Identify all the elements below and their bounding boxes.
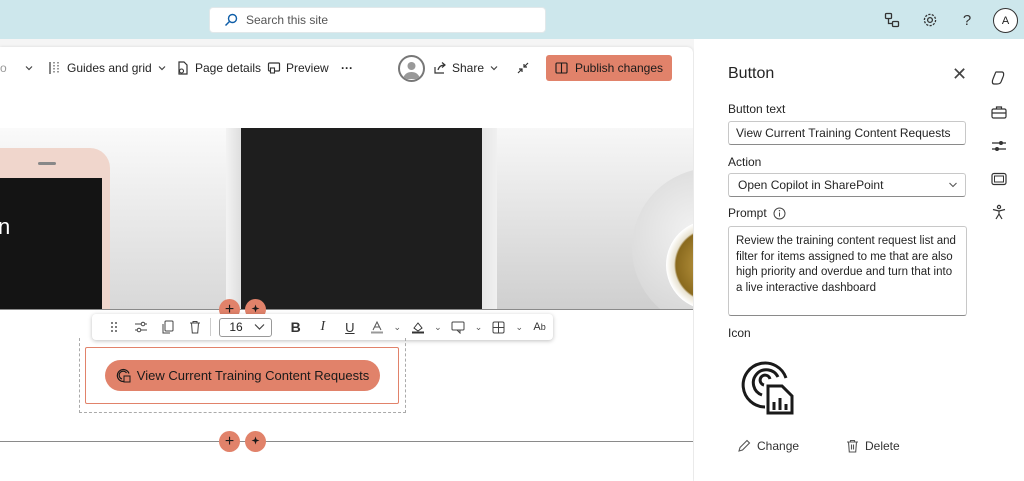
page-details-label: Page details xyxy=(195,61,262,75)
action-select[interactable]: Open Copilot in SharePoint xyxy=(728,173,966,197)
chevron-down-icon xyxy=(158,66,166,71)
trash-icon[interactable] xyxy=(181,314,208,340)
info-icon[interactable] xyxy=(773,207,786,220)
italic-button[interactable]: I xyxy=(309,314,336,340)
duplicate-icon[interactable] xyxy=(154,314,181,340)
guides-label: Guides and grid xyxy=(67,61,152,75)
change-label: Change xyxy=(757,439,800,453)
copilot-dashboard-icon xyxy=(116,368,131,383)
button-text-value: View Current Training Content Requests xyxy=(736,126,951,140)
preview-label: Preview xyxy=(286,61,329,75)
avatar[interactable]: A xyxy=(993,8,1018,33)
close-icon[interactable]: ✕ xyxy=(952,64,967,85)
format-toolbar: 16 B I U ⌄ ⌄ ⌄ ⌄ Ab xyxy=(92,314,553,340)
chevron-down-icon xyxy=(490,66,498,71)
delete-icon-button[interactable]: Delete xyxy=(846,439,900,453)
publish-label: Publish changes xyxy=(574,61,664,75)
copilot-icon[interactable] xyxy=(990,69,1008,87)
view-training-requests-button[interactable]: View Current Training Content Requests xyxy=(105,360,380,391)
chevron-down-icon xyxy=(25,66,33,71)
copilot-add-button[interactable] xyxy=(245,431,266,452)
plus-icon: + xyxy=(224,432,235,450)
trash-icon xyxy=(847,439,858,453)
layout-icon[interactable] xyxy=(990,170,1008,188)
co-author-avatar xyxy=(398,55,425,82)
more-options-button[interactable]: ··· xyxy=(341,57,353,79)
add-section-button[interactable]: + xyxy=(219,431,240,452)
font-size-value: 16 xyxy=(229,320,243,334)
search-placeholder: Search this site xyxy=(246,13,329,27)
cta-button-label: View Current Training Content Requests xyxy=(136,368,370,383)
grid-icon xyxy=(49,62,59,74)
settings-sliders-icon[interactable] xyxy=(127,314,154,340)
toolbar-divider xyxy=(210,318,212,336)
sitemap-icon[interactable] xyxy=(882,10,902,30)
section-divider xyxy=(0,309,693,310)
share-icon xyxy=(434,62,446,74)
delete-label: Delete xyxy=(865,439,900,453)
hero-text: n xyxy=(0,214,11,239)
chevron-down-icon xyxy=(254,324,265,330)
section-divider-bottom xyxy=(0,441,693,442)
gear-icon[interactable] xyxy=(920,10,940,30)
change-icon-button[interactable]: Change xyxy=(737,439,799,453)
guides-and-grid-button[interactable]: Guides and grid xyxy=(48,57,167,79)
hero-section[interactable]: n xyxy=(0,128,693,309)
button-text-input[interactable]: View Current Training Content Requests xyxy=(728,121,966,145)
chevron-down-icon[interactable]: ⌄ xyxy=(472,314,486,340)
preview-button[interactable]: Preview xyxy=(267,57,329,79)
panel-title: Button xyxy=(728,65,775,82)
chevron-down-icon xyxy=(949,182,957,188)
underline-button[interactable]: U xyxy=(336,314,363,340)
prompt-label-row: Prompt xyxy=(728,206,786,220)
toolbar-partial-text: o xyxy=(0,61,7,75)
chevron-down-icon[interactable]: ⌄ xyxy=(512,314,526,340)
properties-sliders-icon[interactable] xyxy=(990,137,1008,155)
highlight-icon[interactable] xyxy=(404,314,431,340)
action-value: Open Copilot in SharePoint xyxy=(738,178,884,192)
callout-icon[interactable] xyxy=(445,314,472,340)
tablet-image xyxy=(241,128,482,309)
share-label: Share xyxy=(452,61,485,75)
prompt-label: Prompt xyxy=(728,206,767,220)
publish-changes-button[interactable]: Publish changes xyxy=(546,55,672,81)
icon-label: Icon xyxy=(728,326,751,340)
font-color-icon[interactable] xyxy=(363,314,390,340)
pencil-icon xyxy=(738,439,751,452)
share-button[interactable]: Share xyxy=(433,57,499,79)
sparkle-icon xyxy=(251,436,260,445)
hero-tile-phone: n xyxy=(0,128,226,309)
spell-check-icon[interactable]: Ab xyxy=(526,314,553,340)
search-box[interactable]: Search this site xyxy=(209,7,546,33)
preview-icon xyxy=(267,62,281,74)
bold-button[interactable]: B xyxy=(282,314,309,340)
table-icon[interactable] xyxy=(485,314,512,340)
drag-handle-icon[interactable] xyxy=(100,314,127,340)
phone-screen xyxy=(0,178,102,309)
page-details-button[interactable]: Page details xyxy=(176,57,261,79)
search-icon xyxy=(224,13,238,27)
page-settings-icon xyxy=(178,61,188,75)
toolbar-partial: o xyxy=(0,57,7,79)
collapse-icon xyxy=(517,62,529,74)
copilot-dashboard-icon xyxy=(738,356,798,416)
book-icon xyxy=(555,62,568,74)
toolbox-icon[interactable] xyxy=(990,103,1008,121)
accessibility-icon[interactable] xyxy=(990,203,1008,221)
help-icon[interactable]: ? xyxy=(957,10,977,30)
chevron-down-icon[interactable]: ⌄ xyxy=(431,314,445,340)
button-text-label: Button text xyxy=(728,102,786,116)
collapse-button[interactable] xyxy=(516,57,530,79)
chevron-down-icon[interactable]: ⌄ xyxy=(391,314,405,340)
prompt-textarea[interactable]: Review the training content request list… xyxy=(728,226,967,316)
toolbar-dropdown[interactable] xyxy=(24,57,34,79)
font-size-select[interactable]: 16 xyxy=(219,317,273,337)
action-label: Action xyxy=(728,155,762,169)
